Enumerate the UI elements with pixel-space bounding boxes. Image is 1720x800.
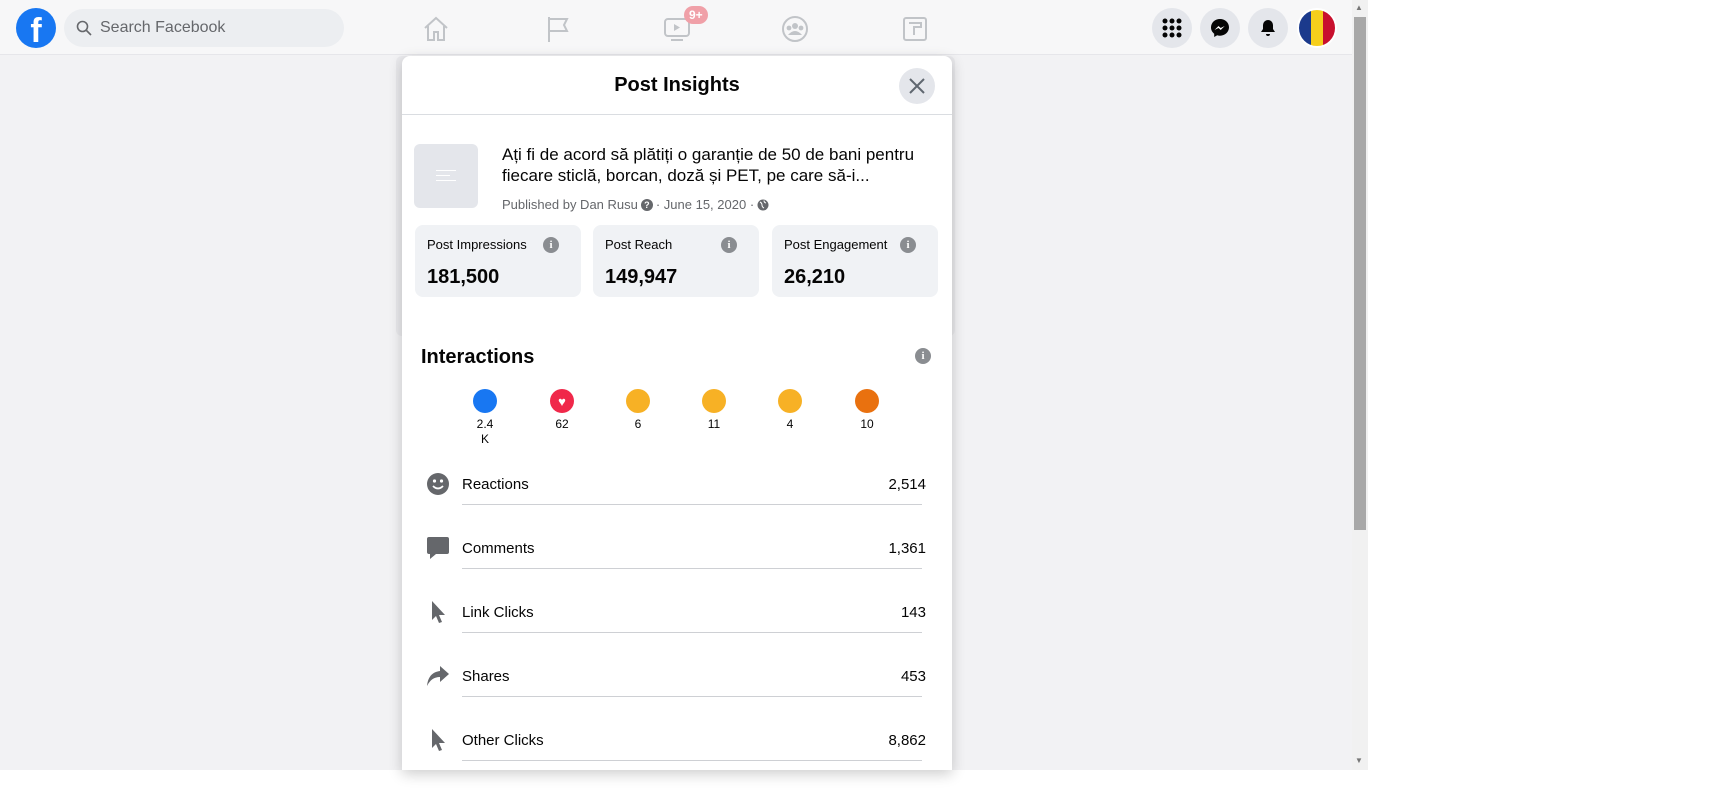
info-icon[interactable]: i	[721, 237, 737, 253]
reaction-count: 62	[555, 417, 569, 431]
facebook-logo[interactable]: f	[16, 8, 56, 48]
video-notification-badge: 9+	[684, 6, 708, 24]
row-divider	[462, 696, 922, 697]
reaction-count: 6	[634, 417, 642, 431]
stat-value: 149,947	[605, 266, 678, 288]
info-icon[interactable]: i	[543, 237, 559, 253]
menu-grid-icon	[1162, 18, 1182, 38]
stat-card-post-impressions: Post Impressions 181,500 i	[415, 225, 581, 297]
stat-card-post-reach: Post Reach 149,947 i	[593, 225, 759, 297]
reaction-sad[interactable]: 4	[770, 389, 810, 432]
row-divider	[462, 632, 922, 633]
row-value: 143	[900, 604, 926, 621]
like-icon	[473, 389, 497, 413]
notifications-bell-icon	[1261, 20, 1275, 36]
reaction-count: 11	[707, 417, 721, 431]
menu-button[interactable]	[1152, 8, 1192, 48]
reaction-count: 2.4 K	[476, 417, 494, 446]
search-input[interactable]: Search Facebook	[64, 9, 344, 47]
search-icon	[76, 20, 92, 36]
row-label: Reactions	[462, 476, 529, 493]
cursor-icon	[426, 600, 450, 624]
interactions-heading: Interactions	[421, 346, 535, 368]
comment-icon	[426, 536, 450, 560]
row-value: 8,862	[888, 732, 926, 749]
stat-value: 26,210	[784, 266, 846, 288]
love-icon: ♥	[550, 389, 574, 413]
globe-icon	[757, 199, 769, 210]
wow-icon	[702, 389, 726, 413]
post-title[interactable]: Ați fi de acord să plătiți o garanție de…	[502, 144, 932, 186]
info-icon[interactable]: i	[900, 237, 916, 253]
reaction-count: 10	[860, 417, 874, 431]
close-icon	[909, 78, 925, 94]
reaction-wow[interactable]: 11	[694, 389, 734, 432]
profile-avatar[interactable]	[1297, 8, 1337, 48]
interaction-row-comments: Comments 1,361	[402, 530, 952, 570]
row-label: Link Clicks	[462, 604, 534, 621]
row-label: Comments	[462, 540, 535, 557]
haha-icon	[626, 389, 650, 413]
dialog-title: Post Insights	[402, 56, 952, 115]
post-meta: Published by Dan Rusu ? · June 15, 2020 …	[502, 197, 769, 212]
sad-icon	[778, 389, 802, 413]
row-divider	[462, 504, 922, 505]
angry-icon	[855, 389, 879, 413]
home-icon[interactable]	[421, 14, 451, 44]
notifications-button[interactable]	[1248, 8, 1288, 48]
stat-card-post-engagement: Post Engagement 26,210 i	[772, 225, 938, 297]
row-label: Other Clicks	[462, 732, 544, 749]
reaction-like[interactable]: 2.4 K	[465, 389, 505, 447]
groups-icon[interactable]	[780, 14, 810, 44]
interactions-info-icon[interactable]: i	[915, 348, 931, 364]
interaction-row-reactions: Reactions 2,514	[402, 466, 952, 506]
close-button[interactable]	[899, 68, 935, 104]
row-label: Shares	[462, 668, 510, 685]
gaming-icon[interactable]	[900, 14, 930, 44]
interaction-row-shares: Shares 453	[402, 658, 952, 698]
reaction-haha[interactable]: 6	[618, 389, 658, 432]
interaction-row-other-clicks: Other Clicks 8,862	[402, 722, 952, 762]
messenger-button[interactable]	[1200, 8, 1240, 48]
row-divider	[462, 568, 922, 569]
post-insights-dialog: Post Insights Ați fi de acord să plătiți…	[402, 56, 952, 770]
post-date[interactable]: · June 15, 2020 ·	[656, 197, 754, 212]
search-placeholder: Search Facebook	[100, 19, 226, 36]
row-value: 1,361	[888, 540, 926, 557]
row-value: 453	[900, 668, 926, 685]
reaction-love[interactable]: ♥ 62	[542, 389, 582, 432]
share-icon	[426, 664, 450, 688]
reaction-angry[interactable]: 10	[847, 389, 887, 432]
cursor-icon	[426, 728, 450, 752]
scrollbar-thumb[interactable]	[1354, 17, 1366, 530]
smiley-icon	[426, 472, 450, 496]
interaction-row-link-clicks: Link Clicks 143	[402, 594, 952, 634]
scroll-up-arrow-icon[interactable]: ▲	[1355, 3, 1363, 12]
row-divider	[462, 760, 922, 761]
top-navigation-bar: f Search Facebook 9+	[0, 0, 1352, 55]
row-value: 2,514	[888, 476, 926, 493]
post-thumbnail[interactable]	[414, 144, 478, 208]
help-icon[interactable]: ?	[640, 198, 653, 211]
flag-icon[interactable]	[543, 14, 573, 44]
messenger-icon	[1211, 19, 1229, 37]
reaction-count: 4	[786, 417, 794, 431]
published-by: Published by Dan Rusu	[502, 197, 638, 212]
stat-value: 181,500	[427, 266, 500, 288]
scroll-down-arrow-icon[interactable]: ▼	[1355, 756, 1363, 765]
